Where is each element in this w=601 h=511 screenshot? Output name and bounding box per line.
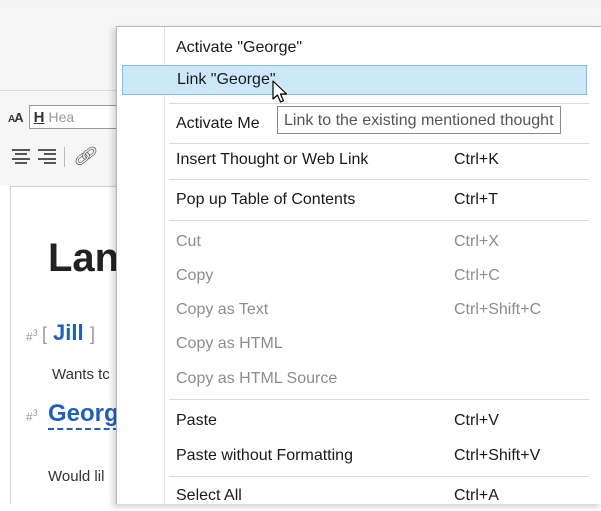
heading-style-value: Hea: [48, 109, 75, 125]
mention-bracket: [: [42, 324, 48, 344]
menu-item-select-all[interactable]: Select All Ctrl+A: [121, 481, 601, 511]
shortcut-label: Ctrl+C: [454, 267, 500, 284]
align-right-icon[interactable]: [38, 148, 56, 165]
shortcut-label: Ctrl+Shift+C: [454, 301, 542, 318]
mouse-pointer-icon: [272, 80, 288, 103]
context-menu: Activate "George" Link "George" Activate…: [116, 26, 601, 504]
heading-style-select[interactable]: H Hea: [28, 105, 119, 129]
menu-item-paste-without-formatting[interactable]: Paste without Formatting Ctrl+Shift+V: [121, 441, 601, 471]
shortcut-label: Ctrl+X: [454, 233, 499, 250]
heading-level-marker: #3: [26, 408, 38, 424]
menu-item-activate-george[interactable]: Activate "George": [121, 33, 601, 63]
menu-divider: [169, 143, 589, 144]
menu-item-paste[interactable]: Paste Ctrl+V: [121, 406, 601, 436]
menu-divider: [169, 476, 589, 477]
menu-item-copy-as-html[interactable]: Copy as HTML: [121, 329, 601, 359]
heading-icon: H: [33, 108, 45, 126]
mention-link-jill[interactable]: Jill: [53, 320, 84, 346]
menu-item-link-george[interactable]: Link "George": [122, 65, 587, 95]
shortcut-label: Ctrl+Shift+V: [454, 447, 541, 464]
mention-george[interactable]: Georg: [48, 400, 119, 430]
font-size-icon[interactable]: AA: [8, 110, 24, 125]
document-title: Lan: [48, 236, 120, 280]
tooltip: Link to the existing mentioned thought: [277, 106, 561, 134]
paragraph-text: Would lil: [48, 468, 105, 485]
menu-divider: [169, 220, 589, 221]
menu-item-copy-as-html-source[interactable]: Copy as HTML Source: [121, 364, 601, 394]
shortcut-label: Ctrl+V: [454, 412, 499, 429]
menu-divider: [169, 179, 589, 180]
paragraph-text: Wants tc: [52, 366, 110, 383]
shortcut-label: Ctrl+T: [454, 191, 498, 208]
menu-item-insert-link[interactable]: Insert Thought or Web Link Ctrl+K: [121, 145, 601, 175]
menu-item-table-of-contents[interactable]: Pop up Table of Contents Ctrl+T: [121, 185, 601, 215]
menu-item-copy[interactable]: Copy Ctrl+C: [121, 261, 601, 291]
shortcut-label: Ctrl+A: [454, 487, 499, 504]
menu-item-copy-as-text[interactable]: Copy as Text Ctrl+Shift+C: [121, 295, 601, 325]
heading-level-marker: #3: [26, 328, 38, 344]
menu-divider: [169, 103, 589, 104]
menu-item-cut[interactable]: Cut Ctrl+X: [121, 227, 601, 257]
align-center-icon[interactable]: [12, 148, 30, 165]
toolbar-separator: [64, 146, 65, 167]
alignment-toolbar: 🔗︎: [12, 146, 96, 167]
mention-bracket: ]: [90, 324, 96, 344]
formatting-toolbar: AA H Hea: [8, 104, 119, 130]
link-icon[interactable]: 🔗︎: [73, 146, 96, 167]
shortcut-label: Ctrl+K: [454, 151, 499, 168]
menu-divider: [169, 399, 589, 400]
